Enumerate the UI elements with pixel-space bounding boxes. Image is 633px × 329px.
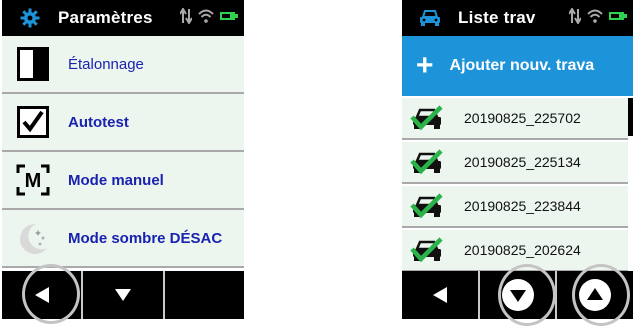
job-list-screen: Liste trav + Ajouter nouv. trava 2019082… (402, 0, 633, 329)
menu-label: Étalonnage (68, 55, 144, 73)
menu-item-autotest[interactable]: Autotest (2, 94, 244, 152)
transfer-icon (180, 8, 192, 24)
back-arrow-icon (432, 287, 447, 303)
status-bar: Liste trav (402, 0, 633, 36)
battery-icon (220, 12, 238, 20)
scroll-down-button[interactable] (83, 271, 165, 319)
car-checked-icon (410, 237, 443, 263)
gear-icon (18, 8, 42, 28)
back-button[interactable] (402, 271, 480, 319)
screen-title: Liste trav (458, 8, 536, 27)
car-checked-icon (410, 105, 443, 131)
svg-text:M: M (25, 170, 42, 192)
highlight-circle (498, 264, 556, 326)
car-checked-icon (410, 193, 443, 219)
transfer-icon (569, 8, 581, 24)
settings-menu: Étalonnage Autotest M Mode manuel Mode s… (2, 36, 244, 268)
menu-item-manual-mode[interactable]: M Mode manuel (2, 152, 244, 210)
list-item[interactable]: 20190825_223844 (402, 186, 628, 228)
menu-label: Mode sombre DÉSAC (68, 229, 223, 247)
list-item[interactable]: 20190825_225702 (402, 98, 628, 140)
menu-label: Mode manuel (68, 171, 164, 189)
moon-icon (16, 221, 50, 255)
highlight-circle (572, 264, 630, 326)
checkbox-icon (16, 105, 50, 139)
menu-label: Autotest (68, 113, 129, 131)
calibration-icon (16, 47, 50, 81)
menu-item-calibration[interactable]: Étalonnage (2, 36, 244, 94)
status-bar: Paramètres (2, 0, 244, 36)
scrollbar-thumb[interactable] (628, 98, 633, 136)
car-checked-icon (410, 149, 443, 175)
battery-icon (609, 12, 627, 20)
down-arrow-icon (114, 289, 131, 301)
wifi-icon (587, 9, 603, 23)
manual-mode-icon: M (16, 163, 50, 197)
settings-screen: Paramètres Étalonnage Autotest M Mode ma… (2, 0, 244, 329)
wifi-icon (198, 9, 214, 23)
job-name: 20190825_225702 (464, 110, 581, 126)
car-icon (418, 8, 442, 28)
list-item[interactable]: 20190825_225134 (402, 142, 628, 184)
job-list: 20190825_225702 20190825_225134 20190825… (402, 98, 628, 274)
plus-icon: + (416, 49, 434, 82)
job-name: 20190825_225134 (464, 154, 581, 170)
add-job-button[interactable]: + Ajouter nouv. trava (402, 36, 633, 96)
menu-item-dark-mode[interactable]: Mode sombre DÉSAC (2, 210, 244, 268)
job-name: 20190825_223844 (464, 198, 581, 214)
empty-softkey[interactable] (165, 271, 244, 319)
highlight-circle (22, 264, 80, 324)
add-job-label: Ajouter nouv. trava (449, 57, 595, 74)
job-name: 20190825_202624 (464, 242, 581, 258)
